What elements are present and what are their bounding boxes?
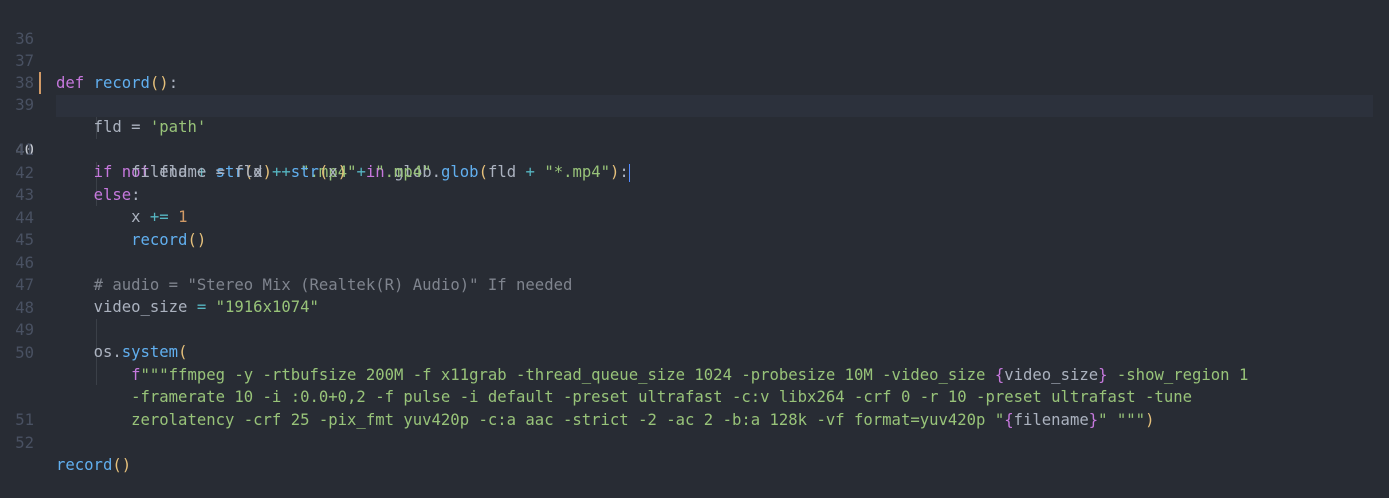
code-line[interactable]: 45 xyxy=(0,207,1389,249)
bracket: () xyxy=(112,456,132,474)
code-line[interactable]: 43 x += 1 xyxy=(0,162,1389,226)
code-text: record() xyxy=(56,454,131,476)
code-line[interactable]: 38 global x xyxy=(0,50,1389,114)
code-line[interactable]: 36 xyxy=(0,6,1389,48)
current-line-highlight xyxy=(56,95,1373,117)
function-name: record xyxy=(56,456,113,474)
code-line[interactable]: 44 record() xyxy=(0,185,1389,249)
code-line[interactable]: 42 else: xyxy=(0,140,1389,204)
code-line[interactable]: 46 # audio = "Stereo Mix (Realtek(R) Aud… xyxy=(0,230,1389,294)
code-line[interactable]: 50 f"""ffmpeg -y -rtbufsize 200M -f x11g… xyxy=(0,320,1389,384)
code-line-active[interactable]: 40 if not fld + str(x) + ".mp4" in glob.… xyxy=(0,95,1389,182)
line-number: 52 xyxy=(15,434,34,452)
code-line[interactable]: 51 xyxy=(0,387,1389,429)
code-line-wrap[interactable]: -framerate 10 -i :0.0+0,2 -f pulse -i de… xyxy=(0,342,1389,406)
code-line[interactable]: 52 record() xyxy=(0,410,1389,474)
code-line[interactable]: 49 os.system( xyxy=(0,297,1389,361)
code-line[interactable]: 48 xyxy=(0,275,1389,317)
code-line[interactable]: 37 def record(): xyxy=(0,28,1389,92)
code-line[interactable]: 41 filename = fld + str(x) + ".mp4" xyxy=(0,117,1389,181)
code-line[interactable]: 47 video_size = "1916x1074" xyxy=(0,252,1389,316)
code-line[interactable]: 39 fld = 'path' xyxy=(0,72,1389,136)
code-line-wrap[interactable]: zerolatency -crf 25 -pix_fmt yuv420p -c:… xyxy=(0,365,1389,429)
code-editor[interactable]: 36 37 def record(): 38 global x 39 fld =… xyxy=(0,0,1389,474)
